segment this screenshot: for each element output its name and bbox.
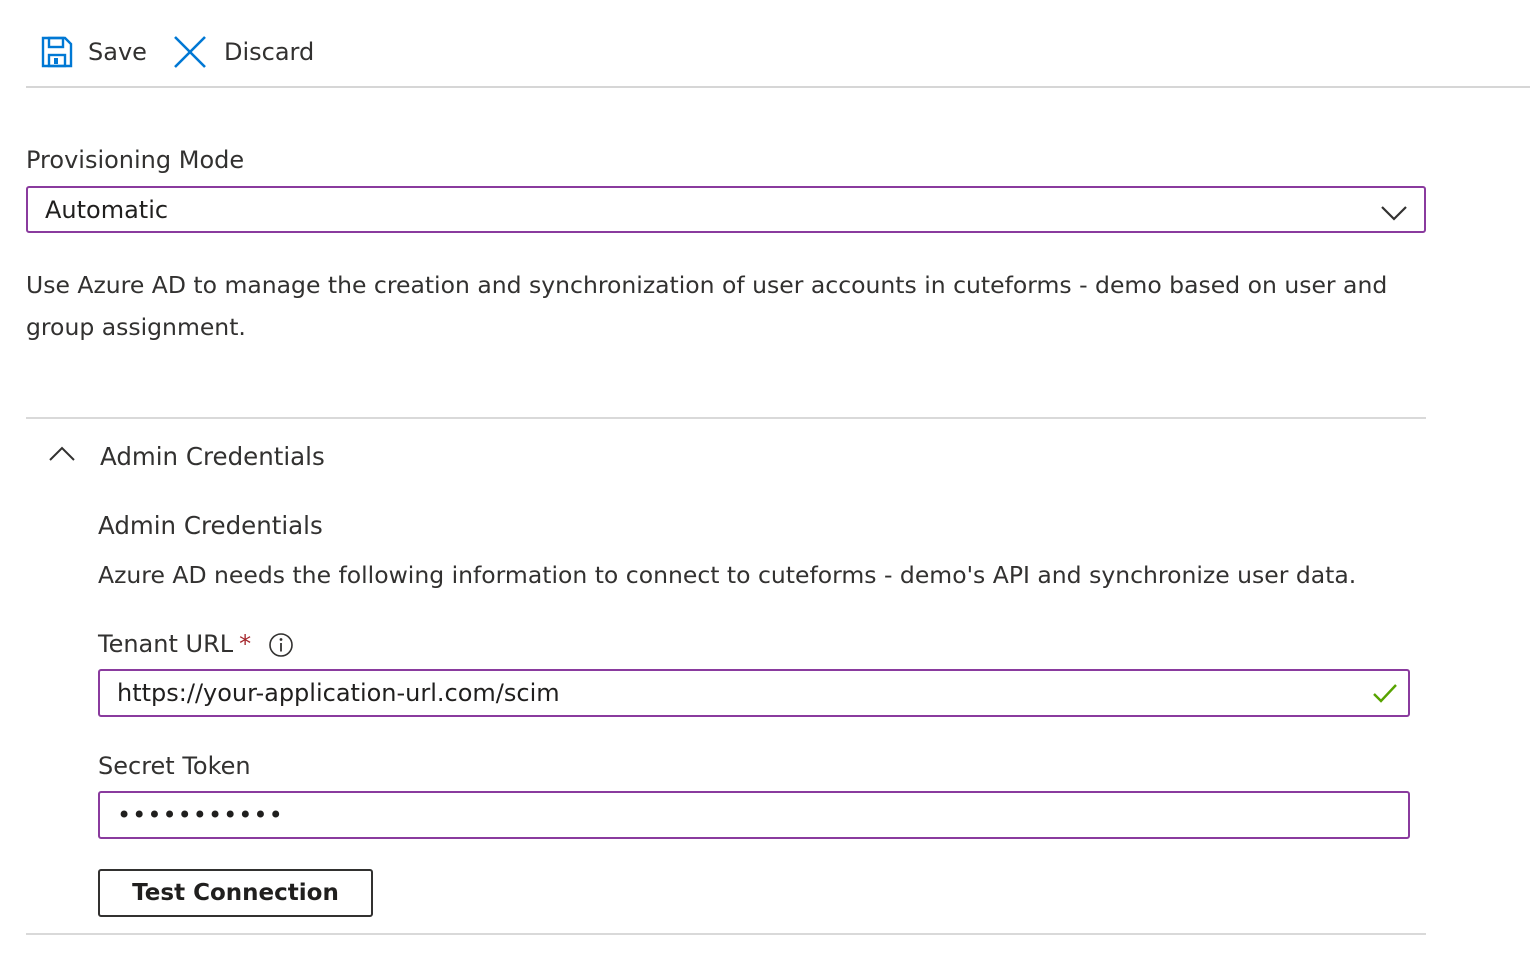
discard-button[interactable]: Discard <box>172 30 314 74</box>
provisioning-mode-value: Automatic <box>45 195 169 224</box>
required-marker: * <box>239 630 252 658</box>
secret-token-input[interactable]: ••••••••••• <box>98 791 1410 839</box>
secret-token-value: ••••••••••• <box>117 801 284 829</box>
floppy-disk-icon <box>40 35 74 69</box>
section-divider-top <box>26 417 1426 419</box>
provisioning-description: Use Azure AD to manage the creation and … <box>26 271 1388 341</box>
save-label: Save <box>88 38 147 66</box>
admin-credentials-header: Admin Credentials <box>100 441 325 471</box>
save-button[interactable]: Save <box>40 30 147 74</box>
command-bar: Save Discard <box>26 0 1530 88</box>
tenant-url-input[interactable]: https://your-application-url.com/scim <box>98 669 1410 717</box>
tenant-url-label-row: Tenant URL * <box>98 630 251 658</box>
chevron-down-icon <box>1380 200 1408 228</box>
checkmark-icon <box>1372 682 1398 710</box>
section-divider-bottom <box>26 933 1426 935</box>
discard-label: Discard <box>224 38 315 66</box>
test-connection-button[interactable]: Test Connection <box>98 869 373 917</box>
tenant-url-label: Tenant URL <box>98 630 234 658</box>
provisioning-mode-select[interactable]: Automatic <box>26 186 1426 233</box>
provisioning-mode-label: Provisioning Mode <box>26 146 245 174</box>
admin-credentials-title: Admin Credentials <box>98 511 323 540</box>
secret-token-label: Secret Token <box>98 752 251 780</box>
admin-credentials-description: Azure AD needs the following information… <box>98 561 1357 589</box>
tenant-url-value: https://your-application-url.com/scim <box>117 679 560 707</box>
admin-credentials-toggle[interactable]: Admin Credentials <box>26 432 626 480</box>
close-x-icon <box>172 34 208 70</box>
info-icon[interactable] <box>268 632 294 662</box>
chevron-up-icon <box>48 445 76 467</box>
